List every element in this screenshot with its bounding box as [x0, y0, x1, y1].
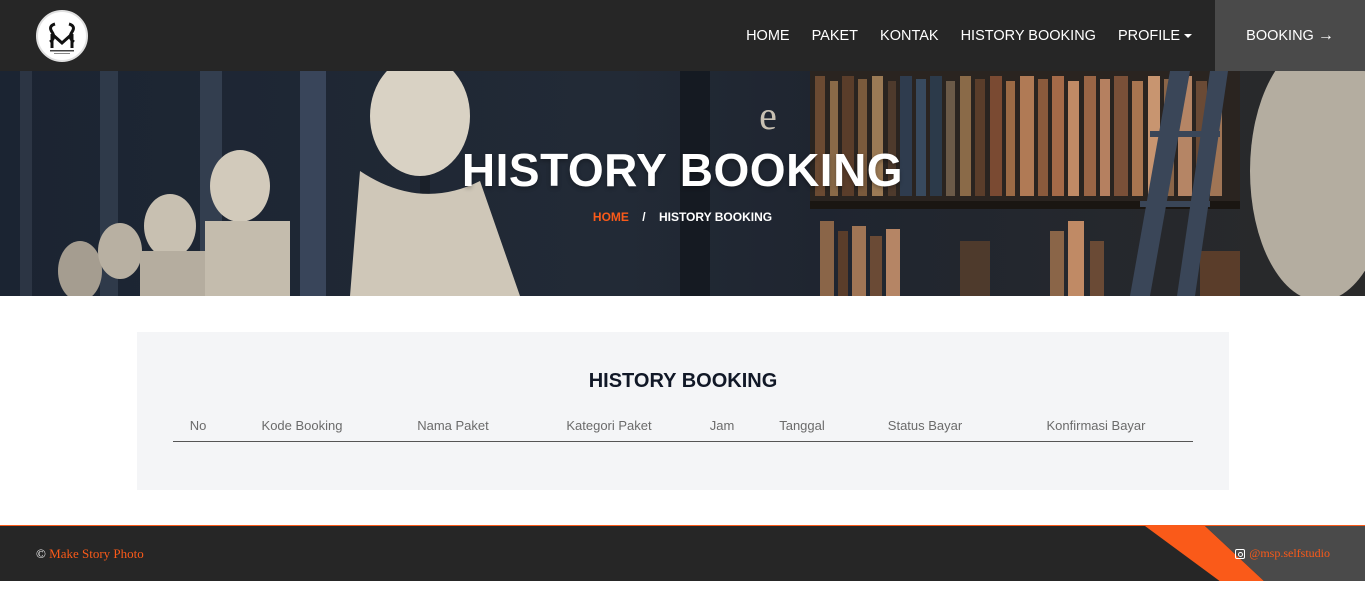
instagram-handle: @msp.selfstudio — [1249, 546, 1330, 560]
column-header-no[interactable]: No — [190, 418, 207, 433]
booking-button-label: BOOKING — [1246, 27, 1314, 44]
column-header-nama-paket[interactable]: Nama Paket — [417, 418, 489, 433]
breadcrumb-home-link[interactable]: HOME — [593, 210, 629, 224]
nav-paket-link[interactable]: PAKET — [812, 28, 858, 44]
caret-down-icon — [1184, 33, 1192, 38]
hero-banner: e HISTORY BOOKING HOME / HISTORY BOOKING — [0, 71, 1365, 296]
column-header-tanggal[interactable]: Tanggal — [779, 418, 825, 433]
navbar: HOME PAKET KONTAK HISTORY BOOKING PROFIL… — [0, 0, 1365, 71]
copyright: © Make Story Photo — [36, 546, 144, 562]
column-header-status-bayar[interactable]: Status Bayar — [888, 418, 962, 433]
nav-history-booking-link[interactable]: HISTORY BOOKING — [961, 28, 1096, 44]
breadcrumb-separator: / — [642, 210, 646, 224]
msp-logo-icon — [40, 14, 84, 58]
nav-kontak-link[interactable]: KONTAK — [880, 28, 939, 44]
nav-profile-dropdown[interactable]: PROFILE — [1118, 28, 1192, 44]
column-header-kategori-paket[interactable]: Kategori Paket — [566, 418, 651, 433]
nav-menu: HOME PAKET KONTAK HISTORY BOOKING PROFIL… — [724, 0, 1192, 71]
instagram-icon — [1235, 548, 1246, 559]
footer: © Make Story Photo @msp.selfstudio — [0, 525, 1365, 581]
table-header-row: No Kode Booking Nama Paket Kategori Pake… — [173, 416, 1193, 442]
nav-profile-label: PROFILE — [1117, 27, 1180, 44]
nav-home-link[interactable]: HOME — [746, 28, 790, 44]
history-booking-table: No Kode Booking Nama Paket Kategori Pake… — [173, 416, 1193, 442]
history-booking-panel: HISTORY BOOKING No Kode Booking Nama Pak… — [137, 332, 1229, 490]
brand-link[interactable]: Make Story Photo — [49, 546, 144, 561]
column-header-konfirmasi-bayar[interactable]: Konfirmasi Bayar — [1047, 418, 1146, 433]
breadcrumb-current: HISTORY BOOKING — [658, 210, 773, 224]
svg-text:e: e — [759, 93, 777, 138]
page-title: HISTORY BOOKING — [461, 144, 904, 196]
breadcrumb: HOME / HISTORY BOOKING — [0, 210, 1365, 224]
booking-button[interactable]: BOOKING → — [1215, 0, 1365, 71]
instagram-link[interactable]: @msp.selfstudio — [1235, 546, 1330, 561]
arrow-right-icon: → — [1317, 26, 1334, 44]
brand-logo[interactable] — [36, 10, 88, 62]
column-header-jam[interactable]: Jam — [710, 418, 735, 433]
column-header-kode-booking[interactable]: Kode Booking — [262, 418, 343, 433]
copyright-symbol: © — [36, 546, 46, 561]
table-title: HISTORY BOOKING — [588, 370, 778, 392]
